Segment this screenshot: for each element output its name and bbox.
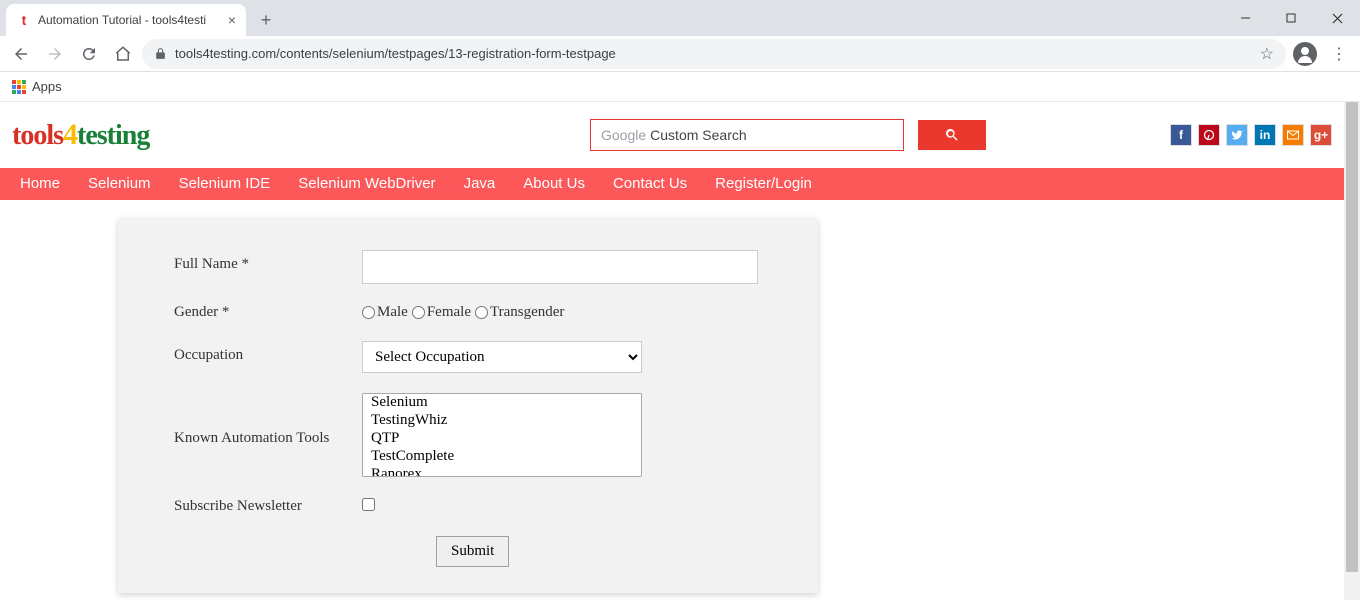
label-automation-tools: Known Automation Tools [174, 424, 362, 447]
registration-form: Full Name * Gender * Male Female Transge… [118, 218, 818, 593]
label-fullname: Full Name * [174, 250, 362, 273]
site-header: tools4testing Google Custom Search f in … [0, 102, 1344, 168]
label-gender: Gender * [174, 304, 362, 321]
nav-selenium-webdriver[interactable]: Selenium WebDriver [284, 168, 449, 200]
account-icon[interactable] [1290, 39, 1320, 69]
pinterest-icon[interactable] [1198, 124, 1220, 146]
search-icon [944, 127, 960, 143]
new-tab-button[interactable]: + [252, 6, 280, 34]
site-search-button[interactable] [918, 120, 986, 150]
mail-icon[interactable] [1282, 124, 1304, 146]
bookmarks-bar: Apps [0, 72, 1360, 102]
tool-option[interactable]: Ranorex [363, 466, 641, 477]
tool-option[interactable]: TestingWhiz [363, 412, 641, 430]
nav-java[interactable]: Java [450, 168, 510, 200]
page-viewport: tools4testing Google Custom Search f in … [0, 102, 1360, 600]
main-nav: Home Selenium Selenium IDE Selenium WebD… [0, 168, 1344, 200]
linkedin-icon[interactable]: in [1254, 124, 1276, 146]
facebook-icon[interactable]: f [1170, 124, 1192, 146]
site-search-input[interactable]: Google Custom Search [590, 119, 904, 151]
tool-option[interactable]: TestComplete [363, 448, 641, 466]
back-button[interactable] [6, 39, 36, 69]
nav-about[interactable]: About Us [509, 168, 599, 200]
tab-title: Automation Tutorial - tools4testi [38, 13, 222, 27]
nav-home[interactable]: Home [6, 168, 74, 200]
submit-button[interactable]: Submit [436, 536, 509, 567]
home-button[interactable] [108, 39, 138, 69]
site-logo[interactable]: tools4testing [12, 118, 149, 152]
radio-female[interactable]: Female [412, 304, 471, 321]
googleplus-icon[interactable]: g+ [1310, 124, 1332, 146]
nav-selenium-ide[interactable]: Selenium IDE [165, 168, 285, 200]
label-occupation: Occupation [174, 341, 362, 364]
radio-male[interactable]: Male [362, 304, 408, 321]
scrollbar-thumb[interactable] [1346, 102, 1358, 572]
automation-tools-select[interactable]: Selenium TestingWhiz QTP TestComplete Ra… [362, 393, 642, 477]
page-scrollbar[interactable] [1344, 102, 1360, 600]
tab-close-icon[interactable]: × [228, 12, 236, 28]
reload-button[interactable] [74, 39, 104, 69]
tool-option[interactable]: Selenium [363, 394, 641, 412]
label-newsletter: Subscribe Newsletter [174, 498, 362, 515]
url-text: tools4testing.com/contents/selenium/test… [175, 46, 616, 61]
window-close-button[interactable] [1314, 0, 1360, 36]
browser-toolbar: tools4testing.com/contents/selenium/test… [0, 36, 1360, 72]
tool-option[interactable]: QTP [363, 430, 641, 448]
lock-icon [154, 47, 167, 60]
window-maximize-button[interactable] [1268, 0, 1314, 36]
address-bar[interactable]: tools4testing.com/contents/selenium/test… [142, 39, 1286, 69]
radio-transgender[interactable]: Transgender [475, 304, 564, 321]
window-controls [1222, 0, 1360, 36]
google-label: Google [601, 127, 646, 143]
favicon-icon: t [16, 12, 32, 28]
newsletter-checkbox[interactable] [362, 498, 375, 511]
nav-register-login[interactable]: Register/Login [701, 168, 826, 200]
fullname-input[interactable] [362, 250, 758, 284]
browser-tab-active[interactable]: t Automation Tutorial - tools4testi × [6, 4, 246, 36]
nav-contact[interactable]: Contact Us [599, 168, 701, 200]
kebab-menu-icon[interactable]: ⋮ [1324, 39, 1354, 69]
social-links: f in g+ [1170, 124, 1332, 146]
browser-tabstrip: t Automation Tutorial - tools4testi × + [0, 0, 1360, 36]
window-minimize-button[interactable] [1222, 0, 1268, 36]
apps-grid-icon[interactable] [12, 80, 26, 94]
twitter-icon[interactable] [1226, 124, 1248, 146]
search-placeholder: Custom Search [650, 127, 746, 143]
occupation-select[interactable]: Select Occupation [362, 341, 642, 373]
bookmark-star-icon[interactable]: ☆ [1260, 44, 1274, 64]
nav-selenium[interactable]: Selenium [74, 168, 165, 200]
forward-button[interactable] [40, 39, 70, 69]
apps-label[interactable]: Apps [32, 79, 62, 94]
